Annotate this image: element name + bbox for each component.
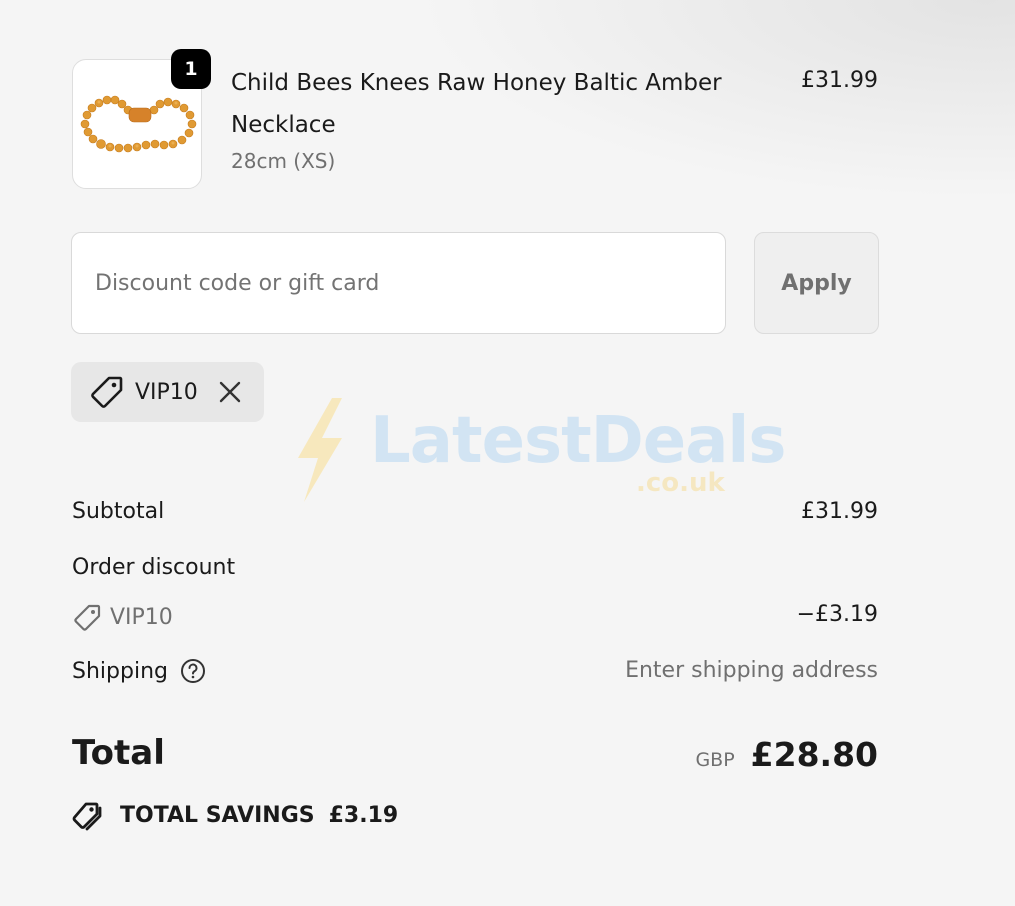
tag-icon (91, 376, 123, 408)
amber-necklace-image (80, 95, 197, 153)
total-amount-group: GBP £28.80 (695, 735, 878, 774)
lightning-bolt-icon (298, 398, 342, 502)
help-circle-icon[interactable] (180, 658, 206, 684)
watermark: LatestDeals .co.uk (290, 396, 786, 506)
order-discount-label: Order discount (72, 555, 236, 580)
discount-code-text: VIP10 (110, 604, 173, 630)
product-title: Child Bees Knees Raw Honey Baltic Amber … (231, 70, 722, 138)
discount-amount: −£3.19 (796, 602, 878, 627)
savings-value: £3.19 (328, 802, 399, 828)
total-label: Total (72, 733, 165, 773)
applied-code-label: VIP10 (135, 379, 198, 405)
watermark-domain: .co.uk (636, 468, 725, 498)
quantity-badge: 1 (171, 49, 211, 89)
product-price: £31.99 (801, 68, 878, 93)
currency-code: GBP (695, 749, 735, 771)
subtotal-value: £31.99 (801, 499, 878, 524)
total-savings: TOTAL SAVINGS £3.19 (72, 798, 398, 832)
discount-code-input[interactable] (71, 232, 726, 334)
shipping-label-group: Shipping (72, 658, 206, 684)
close-icon (219, 381, 241, 403)
tag-icon (74, 604, 101, 631)
applied-discount-chip: VIP10 (71, 362, 264, 422)
total-value: £28.80 (750, 735, 878, 774)
apply-button[interactable]: Apply (754, 232, 879, 334)
discount-code-line: VIP10 (72, 602, 173, 632)
watermark-name: LatestDeals (370, 404, 786, 478)
savings-tag-icon (72, 802, 102, 831)
savings-label: TOTAL SAVINGS (120, 802, 315, 828)
product-variant: 28cm (XS) (231, 149, 336, 173)
remove-code-button[interactable] (216, 378, 244, 406)
shipping-value: Enter shipping address (625, 658, 878, 683)
subtotal-label: Subtotal (72, 499, 165, 524)
line-item: 1 Child Bees Knees Raw Honey Baltic Ambe… (72, 49, 878, 189)
shipping-label: Shipping (72, 658, 168, 684)
